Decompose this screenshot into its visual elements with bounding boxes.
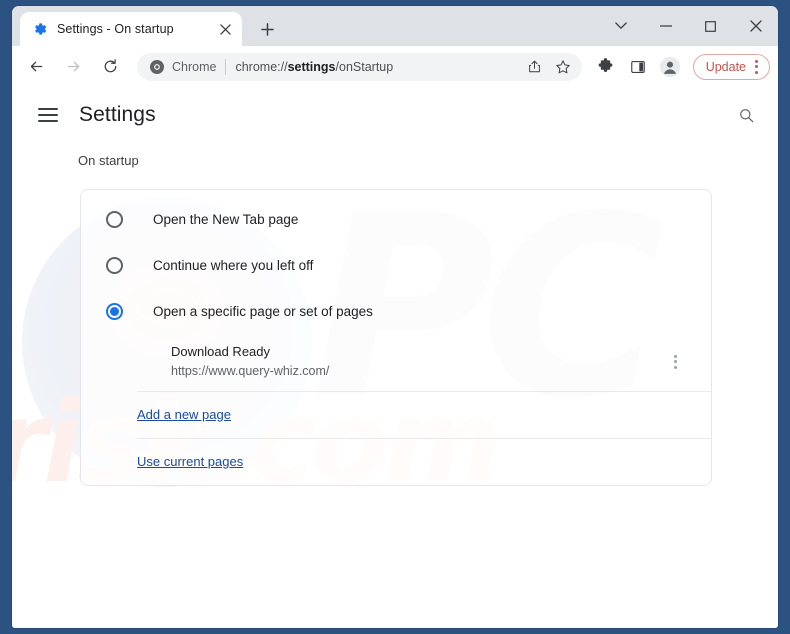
search-icon [739, 108, 753, 122]
avatar-icon [659, 56, 680, 77]
settings-header: Settings [12, 87, 778, 143]
radio-new-tab[interactable] [106, 210, 123, 228]
url-suffix: /onStartup [335, 59, 394, 74]
tab-close-icon[interactable] [216, 20, 234, 38]
radio-continue[interactable] [106, 256, 123, 274]
window-controls [598, 6, 778, 46]
update-button[interactable]: Update [692, 53, 770, 80]
maximize-button[interactable] [688, 6, 733, 46]
section-label: On startup [78, 153, 139, 168]
side-panel-button[interactable] [624, 53, 652, 81]
startup-option-specific-pages[interactable]: Open a specific page or set of pages [81, 288, 711, 334]
new-tab-button[interactable] [252, 14, 282, 44]
startup-option-label: Open the New Tab page [153, 211, 299, 227]
share-button[interactable] [522, 54, 548, 80]
startup-option-label: Continue where you left off [153, 257, 314, 273]
star-icon [555, 59, 570, 73]
profile-button[interactable] [656, 53, 684, 81]
add-new-page-row[interactable]: Add a new page [81, 392, 711, 438]
minimize-button[interactable] [643, 6, 688, 46]
puzzle-icon [598, 58, 613, 72]
on-startup-card: Open the New Tab page Continue where you… [80, 189, 712, 486]
url-prefix: chrome:// [235, 59, 288, 74]
back-button[interactable] [21, 52, 51, 82]
search-settings-button[interactable] [730, 99, 762, 131]
omnibox-url: chrome://settings/onStartup [235, 60, 521, 74]
add-new-page-link[interactable]: Add a new page [137, 407, 231, 422]
share-icon [529, 60, 541, 73]
tab-title: Settings - On startup [57, 22, 174, 36]
reload-button[interactable] [95, 52, 125, 82]
browser-window: Settings - On startup Chrome chrome://se… [12, 6, 778, 628]
startup-page-text: Download Ready https://www.query-whiz.co… [171, 342, 660, 382]
startup-option-label: Open a specific page or set of pages [153, 303, 373, 319]
page-title: Settings [79, 103, 156, 126]
reload-icon [104, 59, 116, 73]
forward-button[interactable] [58, 52, 88, 82]
side-panel-icon [630, 60, 645, 73]
startup-option-continue[interactable]: Continue where you left off [81, 242, 711, 288]
browser-toolbar: Chrome chrome://settings/onStartup Updat… [12, 46, 778, 87]
maximize-icon [705, 20, 716, 32]
startup-option-new-tab[interactable]: Open the New Tab page [81, 196, 711, 242]
startup-page-menu-button[interactable] [660, 347, 690, 377]
arrow-right-icon [67, 61, 79, 72]
tab-search-button[interactable] [598, 6, 643, 46]
tab-strip: Settings - On startup [12, 6, 778, 46]
hamburger-icon[interactable] [38, 108, 58, 122]
plus-icon [260, 22, 274, 36]
bookmark-button[interactable] [550, 54, 576, 80]
url-bold: settings [287, 59, 336, 74]
omnibox-chrome-label: Chrome [172, 59, 217, 74]
omnibox-actions [522, 54, 576, 80]
settings-page: PC risk.com Settings On startup Open the… [12, 87, 778, 628]
arrow-left-icon [30, 61, 42, 72]
browser-tab[interactable]: Settings - On startup [20, 12, 242, 46]
radio-specific-pages[interactable] [106, 302, 123, 320]
address-bar[interactable]: Chrome chrome://settings/onStartup [137, 52, 582, 81]
close-button[interactable] [733, 6, 778, 46]
close-icon [749, 20, 762, 32]
gear-icon [35, 23, 47, 35]
kebab-icon[interactable] [750, 59, 763, 74]
chrome-icon [150, 59, 164, 74]
use-current-pages-link[interactable]: Use current pages [137, 454, 243, 469]
update-label: Update [705, 59, 746, 74]
startup-page-url: https://www.query-whiz.com/ [171, 364, 330, 379]
extensions-button[interactable] [592, 53, 620, 81]
startup-page-title: Download Ready [171, 344, 271, 359]
use-current-pages-row[interactable]: Use current pages [81, 439, 711, 485]
omnibox-divider [225, 58, 227, 75]
chevron-down-icon [614, 22, 627, 29]
minimize-icon [659, 25, 672, 27]
startup-page-row: Download Ready https://www.query-whiz.co… [81, 334, 711, 391]
